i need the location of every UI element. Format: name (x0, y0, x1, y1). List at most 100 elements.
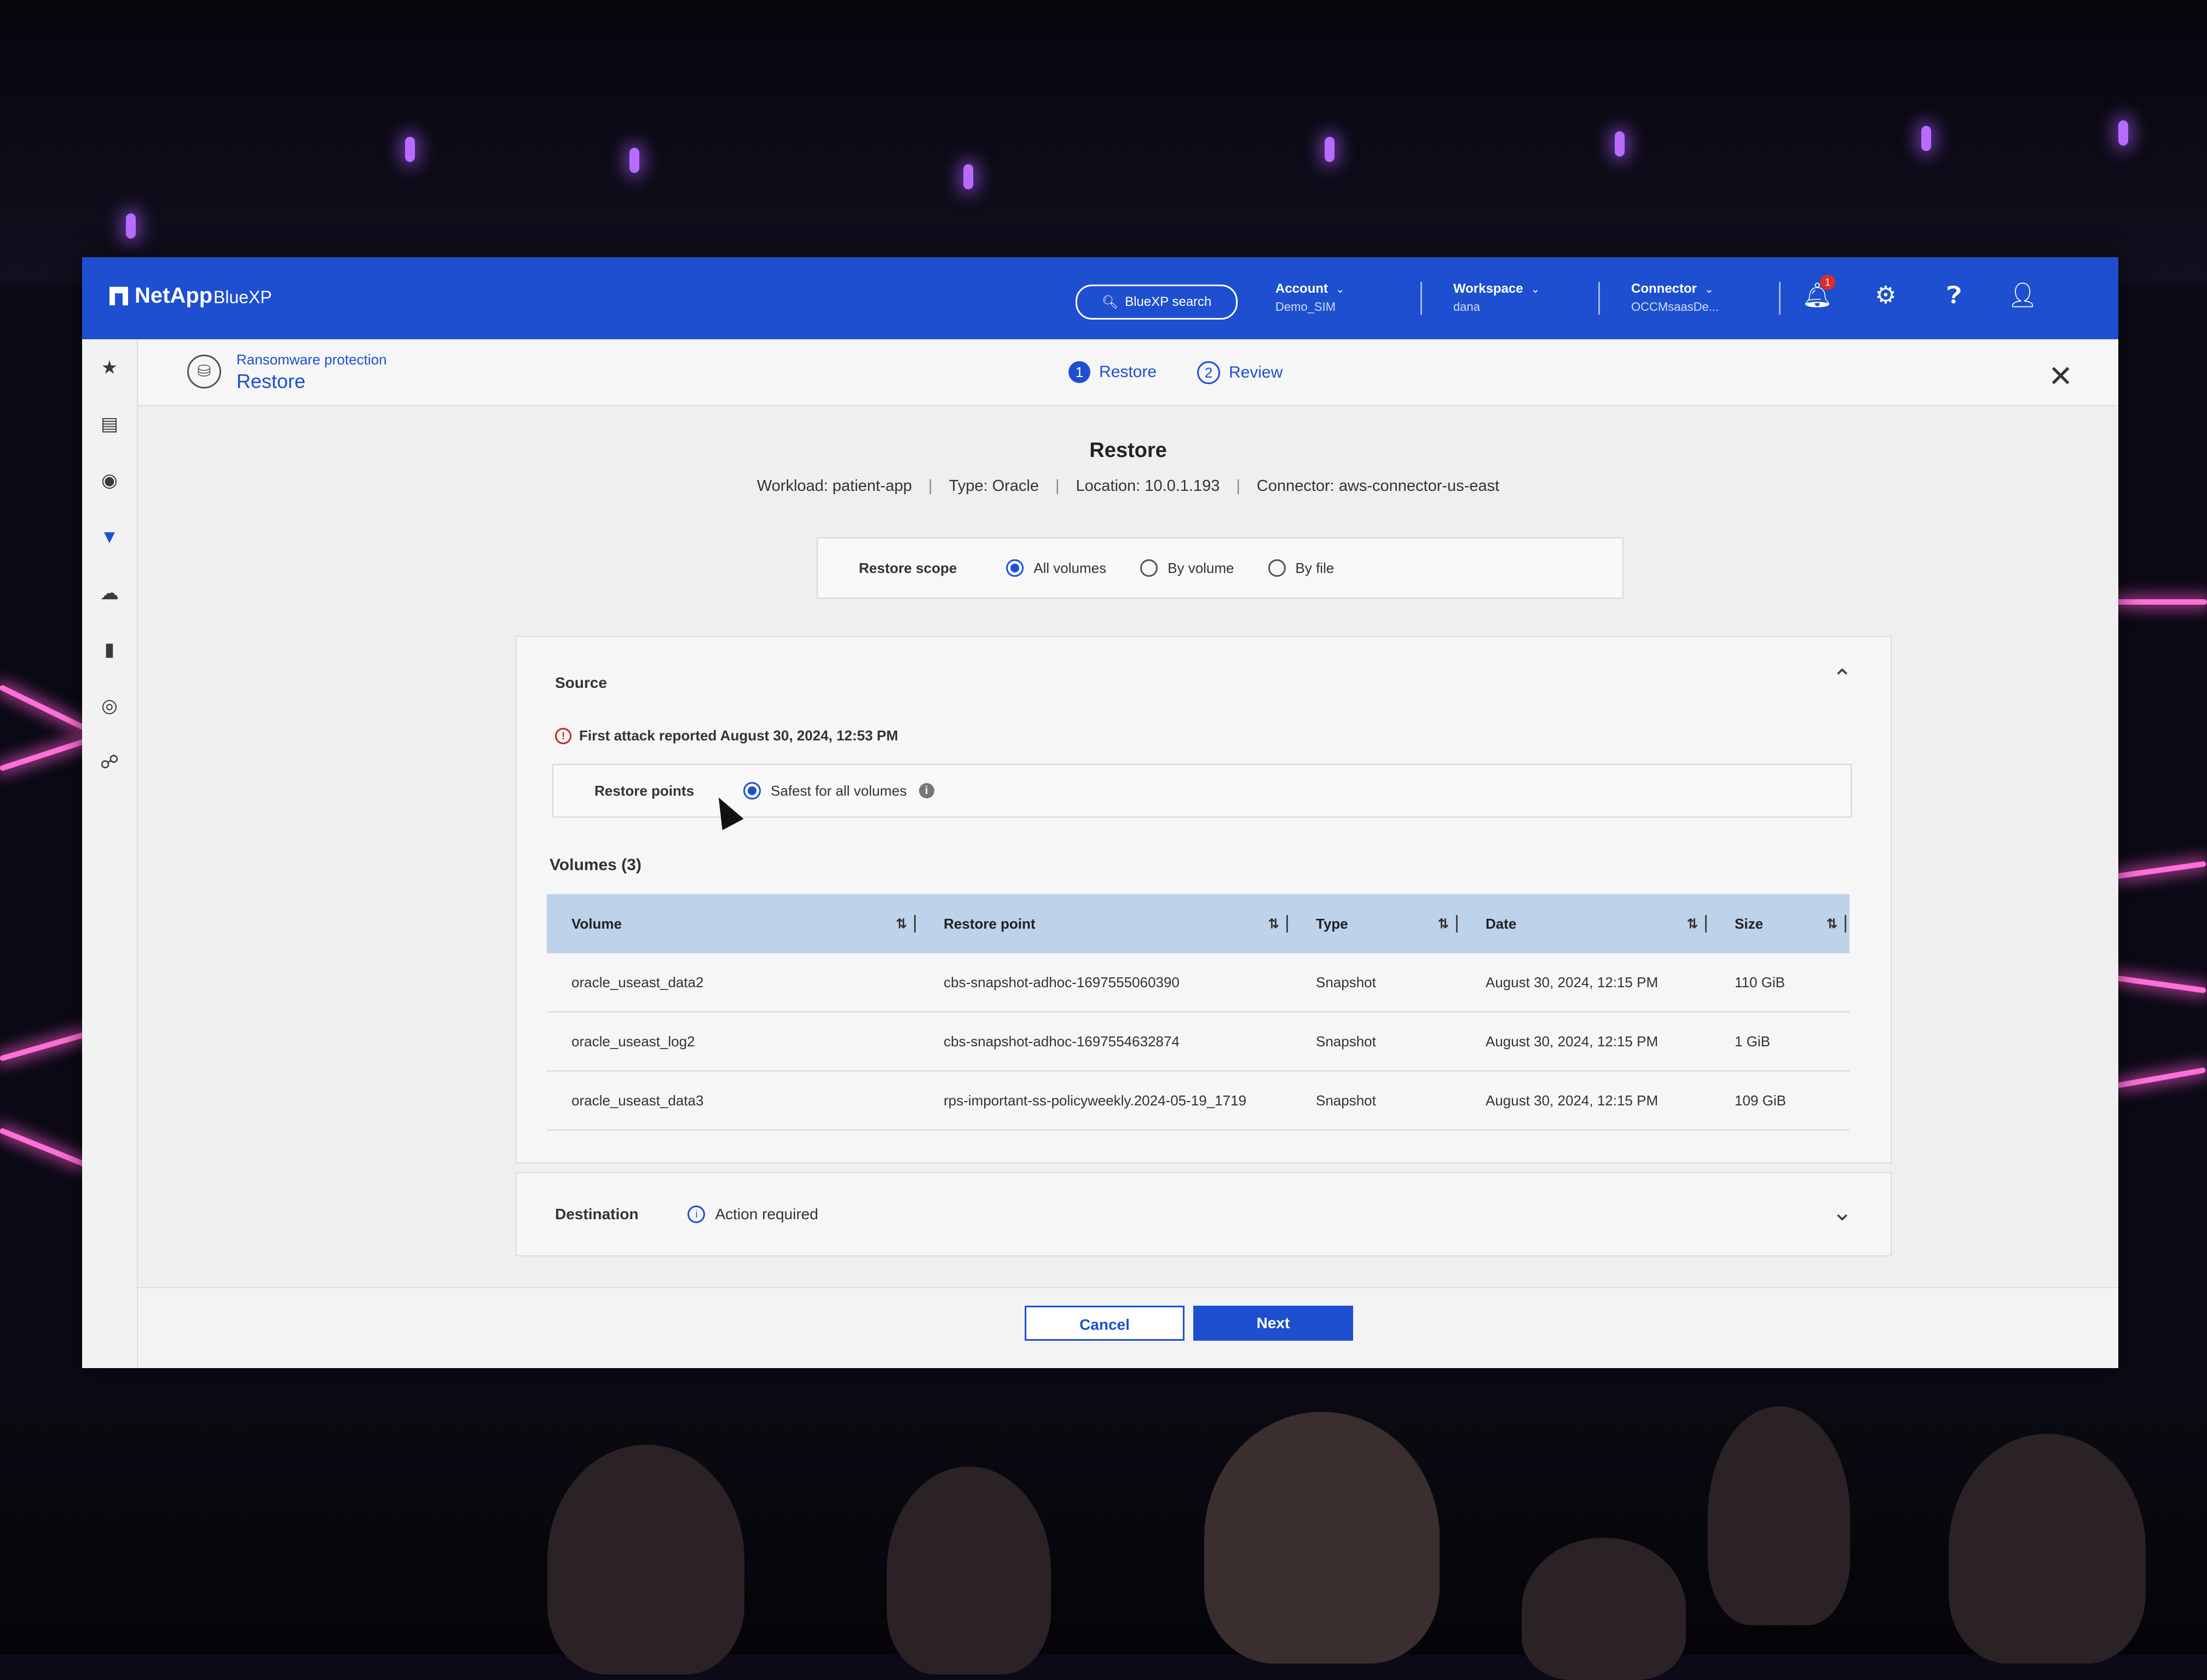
radio-selected[interactable] (743, 782, 761, 800)
option-label: By volume (1168, 559, 1234, 576)
sort-icon[interactable]: ⇅ (896, 916, 907, 932)
netapp-logo[interactable]: NetApp (109, 283, 212, 308)
product-name: BlueXP (213, 287, 272, 307)
health-icon[interactable]: ◉ (97, 468, 122, 493)
star-icon[interactable]: ★ (97, 356, 122, 380)
step-label: Review (1229, 363, 1283, 381)
info-icon[interactable]: i (918, 783, 934, 798)
column-header-size[interactable]: Size ⇅ (1710, 894, 1850, 953)
cell-size: 110 GiB (1735, 974, 1786, 990)
audience (0, 1401, 2207, 1680)
neon-strip (2107, 974, 2206, 994)
info-icon: i (687, 1206, 706, 1223)
restore-scope-label: Restore scope (859, 559, 957, 576)
neon-strip (2112, 1067, 2206, 1089)
attack-alert: ! First attack reported August 30, 2024,… (555, 727, 898, 744)
scope-option-by-file[interactable]: By file (1268, 559, 1334, 577)
cell-volume: oracle_useast_data2 (571, 974, 704, 990)
sort-icon[interactable]: ⇅ (1687, 916, 1698, 932)
backup-icon[interactable]: ☁ (97, 581, 122, 605)
column-label: Restore point (944, 915, 1036, 932)
header-title: Restore (236, 370, 306, 392)
restore-points-group: Restore points Safest for all volumes i (552, 764, 1852, 818)
divider (1598, 282, 1600, 315)
netapp-logo-icon (109, 286, 128, 305)
user-icon[interactable]: 👤︎ (2006, 279, 2039, 312)
cell-volume: oracle_useast_data3 (571, 1092, 704, 1109)
radio-selected[interactable] (1006, 559, 1024, 577)
restore-points-label: Restore points (594, 782, 695, 799)
page-header: ⛁ Ransomware protection Restore 1 Restor… (138, 339, 2118, 406)
meta-location: Location: 10.0.1.193 (1076, 477, 1220, 495)
sidebar: ★ ▤ ◉ ▼ ☁ ▮ ◎ ☍ (82, 339, 138, 1368)
table-row[interactable]: oracle_useast_log2 cbs-snapshot-adhoc-16… (547, 1012, 1850, 1071)
radio[interactable] (1140, 559, 1158, 577)
column-header-volume[interactable]: Volume ⇅ (547, 894, 919, 953)
table-row[interactable]: oracle_useast_data3 rps-important-ss-pol… (547, 1071, 1850, 1131)
stage-light (2118, 120, 2128, 146)
account-label: Account (1275, 281, 1328, 296)
destination-panel[interactable]: Destination i Action required ⌄ (516, 1172, 1892, 1256)
footer-actions: Cancel Next (138, 1287, 2118, 1368)
column-header-date[interactable]: Date ⇅ (1461, 894, 1710, 953)
cancel-button[interactable]: Cancel (1025, 1306, 1185, 1341)
source-panel: Source ⌃ ! First attack reported August … (516, 636, 1892, 1163)
scope-option-by-volume[interactable]: By volume (1140, 559, 1234, 577)
gear-icon[interactable]: ⚙ (1869, 279, 1902, 312)
compliance-icon[interactable]: ◎ (97, 694, 122, 718)
destination-status: Action required (715, 1206, 818, 1223)
sort-icon[interactable]: ⇅ (1268, 916, 1279, 932)
column-header-restore-point[interactable]: Restore point ⇅ (919, 894, 1291, 953)
step-review[interactable]: 2 Review (1197, 361, 1282, 384)
alert-text: First attack reported August 30, 2024, 1… (579, 727, 898, 744)
page-title: Restore (1089, 439, 1167, 462)
brand-name: NetApp (135, 283, 213, 308)
shield-icon[interactable]: ▼ (97, 525, 122, 549)
volumes-title: Volumes (3) (550, 856, 642, 874)
column-label: Date (1486, 915, 1517, 932)
stage-light (126, 213, 136, 239)
connector-menu[interactable]: Connector ⌄ OCCMsaasDe... (1631, 280, 1719, 316)
stage-light (1921, 126, 1931, 151)
radio[interactable] (1268, 559, 1286, 577)
chevron-down-icon: ⌄ (1530, 283, 1540, 296)
table-row[interactable]: oracle_useast_data2 cbs-snapshot-adhoc-1… (547, 953, 1850, 1012)
scope-option-all-volumes[interactable]: All volumes (1006, 559, 1106, 577)
storage-icon[interactable]: ▤ (97, 412, 122, 436)
account-menu[interactable]: Account ⌄ Demo_SIM (1275, 280, 1345, 316)
search-label: BlueXP search (1125, 294, 1212, 309)
search-icon: 🔍︎ (1101, 294, 1119, 310)
notification-badge: 1 (1820, 275, 1835, 290)
column-label: Type (1316, 915, 1348, 932)
workload-meta: Workload: patient-app | Type: Oracle | L… (138, 477, 2118, 495)
step-restore[interactable]: 1 Restore (1068, 361, 1157, 383)
restore-scope-group: Restore scope All volumes By volume By f… (817, 537, 1624, 599)
workspace-label: Workspace (1453, 281, 1523, 296)
help-icon[interactable]: ❓︎ (1938, 279, 1971, 312)
cell-size: 1 GiB (1735, 1033, 1771, 1050)
workspace-menu[interactable]: Workspace ⌄ dana (1453, 280, 1540, 316)
share-icon[interactable]: ☍ (97, 750, 122, 774)
chevron-down-icon[interactable]: ⌄ (1832, 1198, 1852, 1226)
close-icon[interactable]: ✕ (2048, 359, 2073, 393)
next-button[interactable]: Next (1193, 1306, 1353, 1341)
breadcrumb[interactable]: Ransomware protection (236, 351, 387, 368)
reports-icon[interactable]: ▮ (97, 638, 122, 662)
cell-volume: oracle_useast_log2 (571, 1033, 695, 1050)
step-number: 2 (1197, 361, 1220, 384)
workspace-value: dana (1453, 300, 1480, 314)
column-header-type[interactable]: Type ⇅ (1291, 894, 1461, 953)
cell-type: Snapshot (1316, 974, 1376, 990)
option-label: By file (1295, 559, 1334, 576)
app-window: NetApp BlueXP 🔍︎ BlueXP search Account ⌄ … (82, 257, 2118, 1368)
sort-icon[interactable]: ⇅ (1438, 916, 1449, 932)
chevron-up-icon[interactable]: ⌃ (1832, 664, 1852, 692)
neon-strip (0, 1030, 90, 1062)
sort-icon[interactable]: ⇅ (1827, 916, 1838, 932)
meta-type: Type: Oracle (949, 477, 1039, 495)
bluexp-search-button[interactable]: 🔍︎ BlueXP search (1076, 285, 1238, 320)
option-label: All volumes (1033, 559, 1107, 576)
connector-label: Connector (1631, 281, 1697, 296)
stage-light (963, 164, 973, 189)
volumes-table: Volume ⇅ Restore point ⇅ Type ⇅ Date ⇅ Size ⇅… (547, 894, 1850, 1131)
